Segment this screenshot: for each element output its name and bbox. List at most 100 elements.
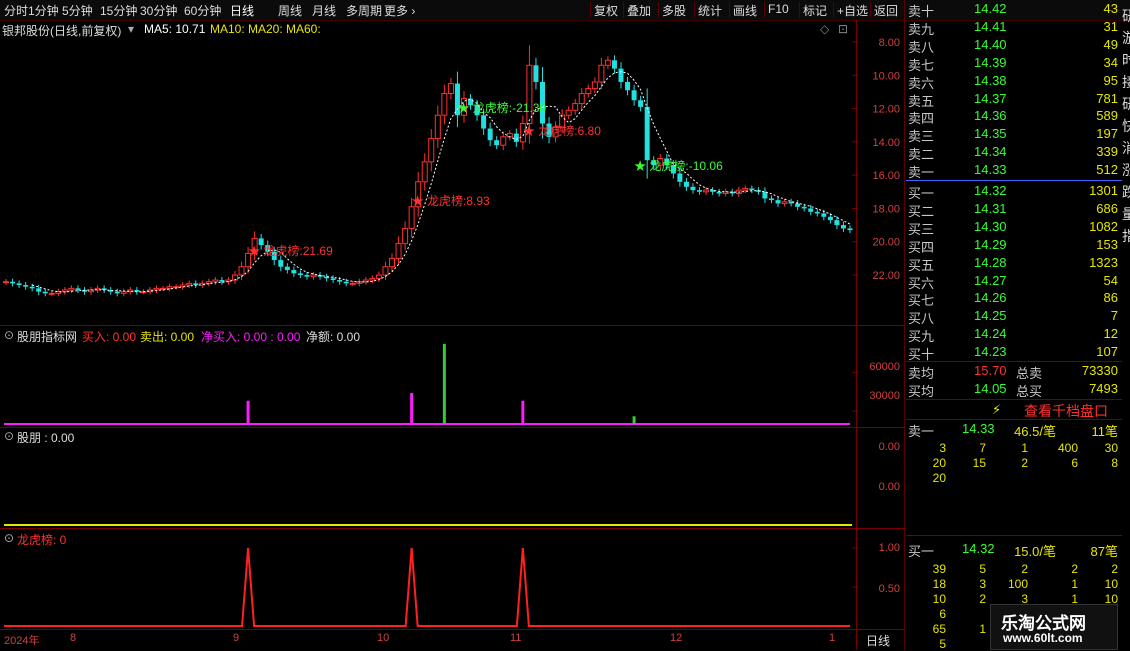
bid-row[interactable]: 买十 14.23 107 xyxy=(906,344,1122,362)
bid-row[interactable]: 买四 14.29 153 xyxy=(906,237,1122,255)
right-period-tab[interactable]: 日线 xyxy=(866,632,890,649)
candle-body xyxy=(749,188,755,191)
sub2-collapse-icon[interactable]: ⊙ xyxy=(4,429,14,443)
bid-row[interactable]: 买六 14.27 54 xyxy=(906,273,1122,291)
side-strip-label[interactable]: 量 xyxy=(1122,204,1130,224)
candle-body xyxy=(808,208,814,212)
avg-buy-value: 14.05 xyxy=(974,381,1007,396)
side-strip-label[interactable]: 消 xyxy=(1122,138,1130,158)
ask-row[interactable]: 卖七 14.39 34 xyxy=(906,55,1122,73)
side-strip-label[interactable]: 接 xyxy=(1122,72,1130,92)
book-volume: 153 xyxy=(1096,236,1118,252)
queue-cell: 2 xyxy=(1071,562,1078,576)
queue-cell: 6 xyxy=(939,607,946,621)
avg-buy-label: 买均 xyxy=(908,384,935,399)
avg-sell-value: 15.70 xyxy=(974,363,1007,378)
bid-row[interactable]: 买三 14.30 1082 xyxy=(906,219,1122,237)
candle-body xyxy=(278,260,284,267)
queue-cell: 39 xyxy=(932,562,946,576)
bid-row[interactable]: 买九 14.24 12 xyxy=(906,326,1122,344)
ask-row[interactable]: 卖四 14.36 589 xyxy=(906,108,1122,126)
side-strip-label[interactable]: 时 xyxy=(1122,50,1130,70)
book-volume: 339 xyxy=(1096,144,1118,160)
book-level-label: 买六 xyxy=(908,275,935,291)
side-strip-label[interactable]: 跌 xyxy=(1122,182,1130,202)
book-volume: 34 xyxy=(1103,54,1118,70)
candle-body xyxy=(768,198,774,201)
candle-body xyxy=(428,138,435,163)
candle-body xyxy=(683,181,689,187)
kline-chart[interactable]: 22.0020.0018.0016.0014.0012.0010.008.00★… xyxy=(0,0,905,650)
ask-row[interactable]: 卖六 14.38 95 xyxy=(906,73,1122,91)
book-volume: 686 xyxy=(1096,200,1118,216)
candle-body xyxy=(775,200,781,204)
candle-body xyxy=(513,133,519,142)
ask-row[interactable]: 卖二 14.34 339 xyxy=(906,144,1122,162)
candle-body xyxy=(441,93,448,116)
book-level-label: 卖五 xyxy=(908,93,935,109)
book-price: 14.30 xyxy=(974,218,1007,234)
ask-row[interactable]: 卖十 14.42 43 xyxy=(906,1,1122,19)
order-book: 卖十 14.42 43 卖九 14.41 31 卖八 14.40 49 卖七 14.39 34 卖六 14… xyxy=(906,0,1122,362)
sub1-bar xyxy=(632,416,636,424)
book-volume: 781 xyxy=(1096,90,1118,106)
avg-sell-row: 卖均 15.70 总卖 73330 xyxy=(906,363,1122,381)
candle-body xyxy=(697,190,703,192)
y-tick-label: 14.00 xyxy=(872,137,900,149)
side-strip-label[interactable]: 涨 xyxy=(1122,160,1130,180)
candle-body xyxy=(834,220,840,226)
candle-body xyxy=(3,281,9,284)
candle-body xyxy=(68,287,75,291)
queue-cell: 18 xyxy=(932,577,946,591)
queue-cell: 20 xyxy=(932,471,946,485)
bid-row[interactable]: 买二 14.31 686 xyxy=(906,201,1122,219)
x-axis-label: 10 xyxy=(377,632,390,644)
ask-row[interactable]: 卖八 14.40 49 xyxy=(906,37,1122,55)
bid-row[interactable]: 买五 14.28 1323 xyxy=(906,255,1122,273)
candle-body xyxy=(395,242,402,259)
side-strip-label[interactable]: 研 xyxy=(1122,6,1130,26)
candle-body xyxy=(847,228,853,231)
ask-row[interactable]: 卖五 14.37 781 xyxy=(906,91,1122,109)
bid-row[interactable]: 买一 14.32 1301 xyxy=(906,183,1122,201)
ask-row[interactable]: 卖一 14.33 512 xyxy=(906,162,1122,180)
candle-body xyxy=(447,83,454,95)
queue-cell: 1 xyxy=(979,622,986,636)
book-volume: 1301 xyxy=(1089,183,1118,198)
book-volume: 107 xyxy=(1096,344,1118,360)
candle-body xyxy=(284,266,290,271)
sub1-netamt: 净额: 0.00 xyxy=(306,330,361,344)
side-strip-label[interactable]: 快 xyxy=(1122,116,1130,136)
sub1-bar xyxy=(442,343,446,424)
sub3-tick: 0.50 xyxy=(878,583,900,595)
candle-body xyxy=(193,283,199,286)
candle-body xyxy=(533,65,539,82)
book-volume: 95 xyxy=(1103,72,1118,88)
book-level-label: 买五 xyxy=(908,257,935,273)
ask-row[interactable]: 卖三 14.35 197 xyxy=(906,126,1122,144)
bid-row[interactable]: 买八 14.25 7 xyxy=(906,308,1122,326)
y-tick-label: 18.00 xyxy=(872,203,900,215)
candle-body xyxy=(690,186,696,191)
candle-body xyxy=(330,278,336,281)
ask-row[interactable]: 卖九 14.41 31 xyxy=(906,19,1122,37)
candle-body xyxy=(114,291,120,294)
queue-cell: 2 xyxy=(1111,562,1118,576)
book-price: 14.24 xyxy=(974,326,1007,342)
total-buy-label: 总买 xyxy=(1016,384,1043,399)
sub3-collapse-icon[interactable]: ⊙ xyxy=(4,531,14,545)
candle-body xyxy=(61,289,68,293)
side-strip-label[interactable]: 指 xyxy=(1122,226,1130,246)
side-strip-label[interactable]: 研 xyxy=(1122,94,1130,114)
candle-body xyxy=(343,281,349,284)
x-axis-label: 12 xyxy=(670,632,683,644)
book-volume: 49 xyxy=(1103,36,1118,52)
sub1-collapse-icon[interactable]: ⊙ xyxy=(4,328,14,342)
y-tick-label: 22.00 xyxy=(872,270,900,282)
queue-cell: 1 xyxy=(1071,577,1078,591)
candle-body xyxy=(238,266,245,276)
book-volume: 1323 xyxy=(1089,254,1118,270)
bid-row[interactable]: 买七 14.26 86 xyxy=(906,290,1122,308)
side-strip-label[interactable]: 游 xyxy=(1122,28,1130,48)
view-thousand-depth-button[interactable]: 查看千档盘口 xyxy=(1024,401,1108,421)
